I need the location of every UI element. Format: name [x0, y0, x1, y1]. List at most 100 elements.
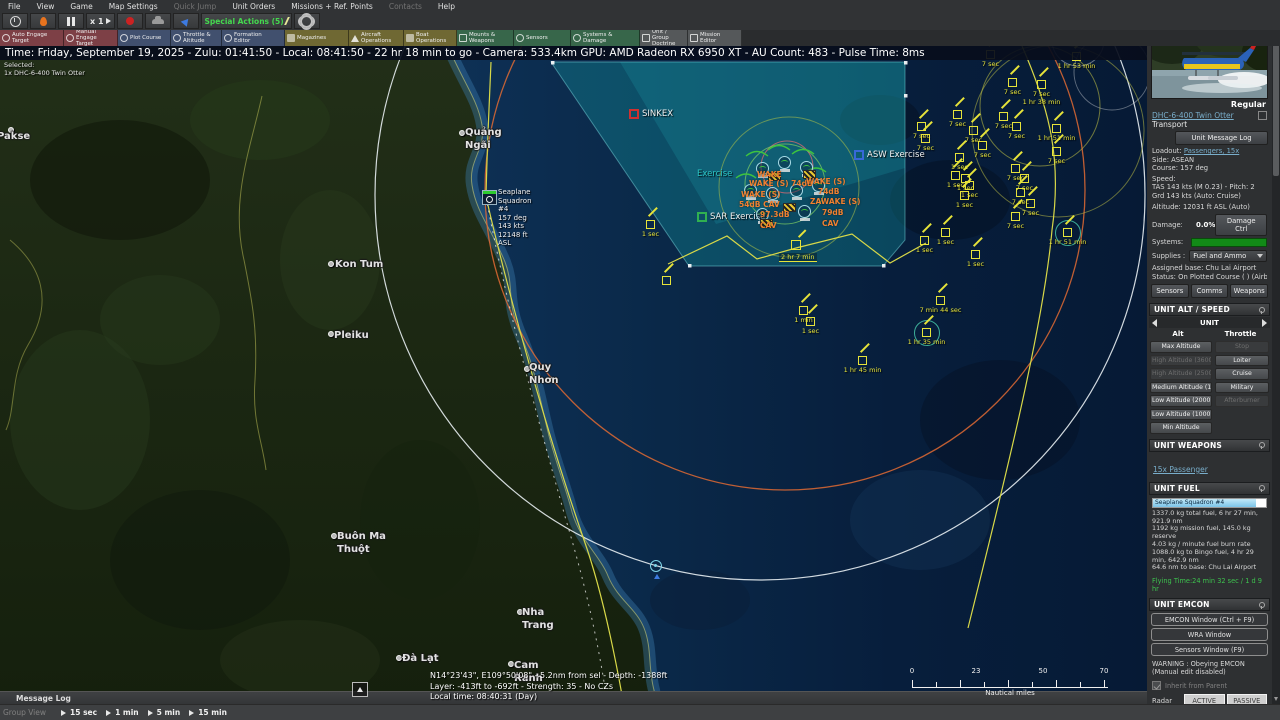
contact-marker[interactable]: 7 sec	[978, 141, 987, 150]
game-clock-button[interactable]	[2, 13, 28, 29]
emcon-button-sensors-window-f9[interactable]: Sensors Window (F9)	[1151, 643, 1268, 656]
map-view[interactable]: Time: Friday, September 19, 2025 - Zulu:…	[0, 0, 1147, 704]
unit-alt-speed-header[interactable]: UNIT ALT / SPEED	[1149, 303, 1270, 316]
menu-item-game[interactable]: Game	[62, 2, 100, 11]
contact-marker[interactable]: 1 hr 45 min	[858, 356, 867, 365]
contact-marker[interactable]: 7 sec	[1012, 122, 1021, 131]
waypoint-marker[interactable]: 2 hr 7 min	[791, 240, 817, 262]
pin-icon[interactable]	[1259, 485, 1265, 491]
supplies-select[interactable]: Fuel and Ammo	[1189, 250, 1267, 262]
special-actions-button[interactable]: Special Actions (5)	[201, 13, 292, 29]
pin-icon[interactable]	[1259, 442, 1265, 448]
scenario-fire-button[interactable]	[30, 13, 56, 29]
scroll-down-icon[interactable]	[1274, 697, 1278, 701]
contact-marker[interactable]: 1 sec	[646, 220, 655, 229]
mounts-weapons-button[interactable]: Mounts & Weapons	[457, 30, 514, 46]
menu-item-view[interactable]: View	[29, 2, 63, 11]
manual-engage-button[interactable]: Manual Engage Target	[64, 30, 118, 46]
contact-marker[interactable]: 7 sec	[1026, 199, 1035, 208]
throttle-altitude-button[interactable]: Throttle & Altitude	[171, 30, 222, 46]
alt-button-max-altitude[interactable]: Max Altitude	[1150, 341, 1212, 353]
recorder-button[interactable]	[145, 13, 171, 29]
checkbox-checked-icon[interactable]	[1152, 681, 1161, 690]
sidebar-scrollbar[interactable]	[1272, 0, 1280, 704]
task-force-unit-icon[interactable]	[798, 205, 811, 218]
expand-log-icon[interactable]	[352, 682, 368, 697]
time-compression-button[interactable]: x 1	[86, 13, 115, 29]
unit-message-log-button[interactable]: Unit Message Log	[1175, 131, 1268, 145]
menu-item-map-settings[interactable]: Map Settings	[101, 2, 166, 11]
contact-marker[interactable]: 7 sec	[999, 112, 1008, 121]
jump-button[interactable]	[173, 13, 199, 29]
time-step-5-min[interactable]: 5 min	[148, 708, 181, 717]
contact-marker[interactable]: 7 sec	[953, 110, 962, 119]
contact-marker[interactable]: 7 sec	[1008, 78, 1017, 87]
time-step-15-sec[interactable]: 15 sec	[61, 708, 97, 717]
scrollbar-thumb[interactable]	[1273, 26, 1279, 176]
weapons-loadout-link[interactable]: 15x Passenger	[1153, 465, 1208, 474]
contact-marker[interactable]: 7 sec	[969, 126, 978, 135]
contact-marker[interactable]: 1 sec	[920, 236, 929, 245]
pin-icon[interactable]	[1259, 602, 1265, 608]
contact-marker[interactable]: 1 min	[799, 306, 808, 315]
time-step-15-min[interactable]: 15 min	[189, 708, 227, 717]
contact-marker[interactable]: 1 sec	[971, 250, 980, 259]
contact-marker[interactable]: 7 sec	[1011, 212, 1020, 221]
pin-icon[interactable]	[1259, 307, 1265, 313]
surface-contact-marker[interactable]	[650, 560, 662, 572]
contact-marker[interactable]: 7 sec	[1052, 147, 1061, 156]
inherit-from-parent-row[interactable]: Inherit from Parent	[1147, 676, 1272, 693]
alt-button-medium-altitude-12000-ft[interactable]: Medium Altitude (12000 ft)	[1150, 382, 1212, 394]
menu-item-file[interactable]: File	[0, 2, 29, 11]
tab-comms[interactable]: Comms	[1191, 284, 1229, 298]
menu-item-unit-orders[interactable]: Unit Orders	[224, 2, 283, 11]
unit-fuel-header[interactable]: UNIT FUEL	[1149, 482, 1270, 495]
mission-editor-button[interactable]: Mission Editor	[688, 30, 742, 46]
throttle-button-military[interactable]: Military	[1215, 382, 1269, 394]
contact-marker[interactable]: 1 sec	[941, 228, 950, 237]
contact-marker[interactable]: 1 sec	[960, 191, 969, 200]
contact-marker[interactable]: 7 sec 1 hr 38 min	[1037, 80, 1046, 89]
task-force-unit-icon[interactable]	[778, 156, 791, 169]
contact-marker[interactable]: 7 sec	[1011, 164, 1020, 173]
contact-marker[interactable]: 7 sec	[1016, 188, 1025, 197]
plot-course-button[interactable]: Plot Course	[118, 30, 171, 46]
contact-marker[interactable]: 1 hr 51 min	[1052, 124, 1061, 133]
info-icon[interactable]	[1258, 111, 1267, 120]
contact-marker[interactable]: 1 sec	[951, 171, 960, 180]
menu-item-missions-ref-points[interactable]: Missions + Ref. Points	[283, 2, 381, 11]
time-step-1-min[interactable]: 1 min	[106, 708, 139, 717]
next-unit-icon[interactable]	[1262, 319, 1267, 327]
throttle-button-cruise[interactable]: Cruise	[1215, 368, 1269, 380]
unit-type-link[interactable]: DHC-6-400 Twin Otter	[1152, 111, 1234, 120]
unit-emcon-header[interactable]: UNIT EMCON	[1149, 598, 1270, 611]
contact-marker[interactable]	[662, 276, 671, 285]
tab-weapons[interactable]: Weapons	[1230, 284, 1268, 298]
contact-marker[interactable]: 1 hr 51 min	[1063, 228, 1072, 237]
contact-marker[interactable]: 7 min 44 sec	[936, 296, 945, 305]
record-button[interactable]	[117, 13, 143, 29]
alt-button-low-altitude-1000-ft[interactable]: Low Altitude (1000 ft)	[1150, 409, 1212, 421]
aircraft-operations-button[interactable]: Aircraft Operations	[349, 30, 404, 46]
contact-marker[interactable]: 1 hr 35 min	[922, 328, 931, 337]
alt-button-min-altitude[interactable]: Min Altitude	[1150, 422, 1212, 434]
throttle-button-loiter[interactable]: Loiter	[1215, 355, 1269, 367]
loadout-link[interactable]: Passengers, 15x	[1184, 147, 1239, 155]
formation-editor-button[interactable]: Formation Editor	[222, 30, 285, 46]
auto-engage-button[interactable]: Auto Engage Target	[0, 30, 64, 46]
emcon-button-wra-window[interactable]: WRA Window	[1151, 628, 1268, 641]
boat-operations-button[interactable]: Boat Operations	[404, 30, 457, 46]
alt-button-low-altitude-2000-ft[interactable]: Low Altitude (2000 ft)	[1150, 395, 1212, 407]
magazines-button[interactable]: Magazines	[285, 30, 349, 46]
menu-item-help[interactable]: Help	[430, 2, 463, 11]
sensors-button[interactable]: Sensors	[514, 30, 571, 46]
waypoint-icon[interactable]	[791, 240, 801, 250]
unit-weapons-header[interactable]: UNIT WEAPONS	[1149, 439, 1270, 452]
tab-sensors[interactable]: Sensors	[1151, 284, 1189, 298]
emcon-button-emcon-window-ctrl-f9[interactable]: EMCON Window (Ctrl + F9)	[1151, 613, 1268, 626]
seaplane-unit-icon[interactable]	[482, 190, 497, 205]
systems-damage-button[interactable]: Systems & Damage	[571, 30, 640, 46]
contact-marker[interactable]: 7 sec	[921, 134, 930, 143]
settings-button[interactable]	[294, 13, 320, 29]
contact-marker[interactable]: 1 sec	[806, 317, 815, 326]
